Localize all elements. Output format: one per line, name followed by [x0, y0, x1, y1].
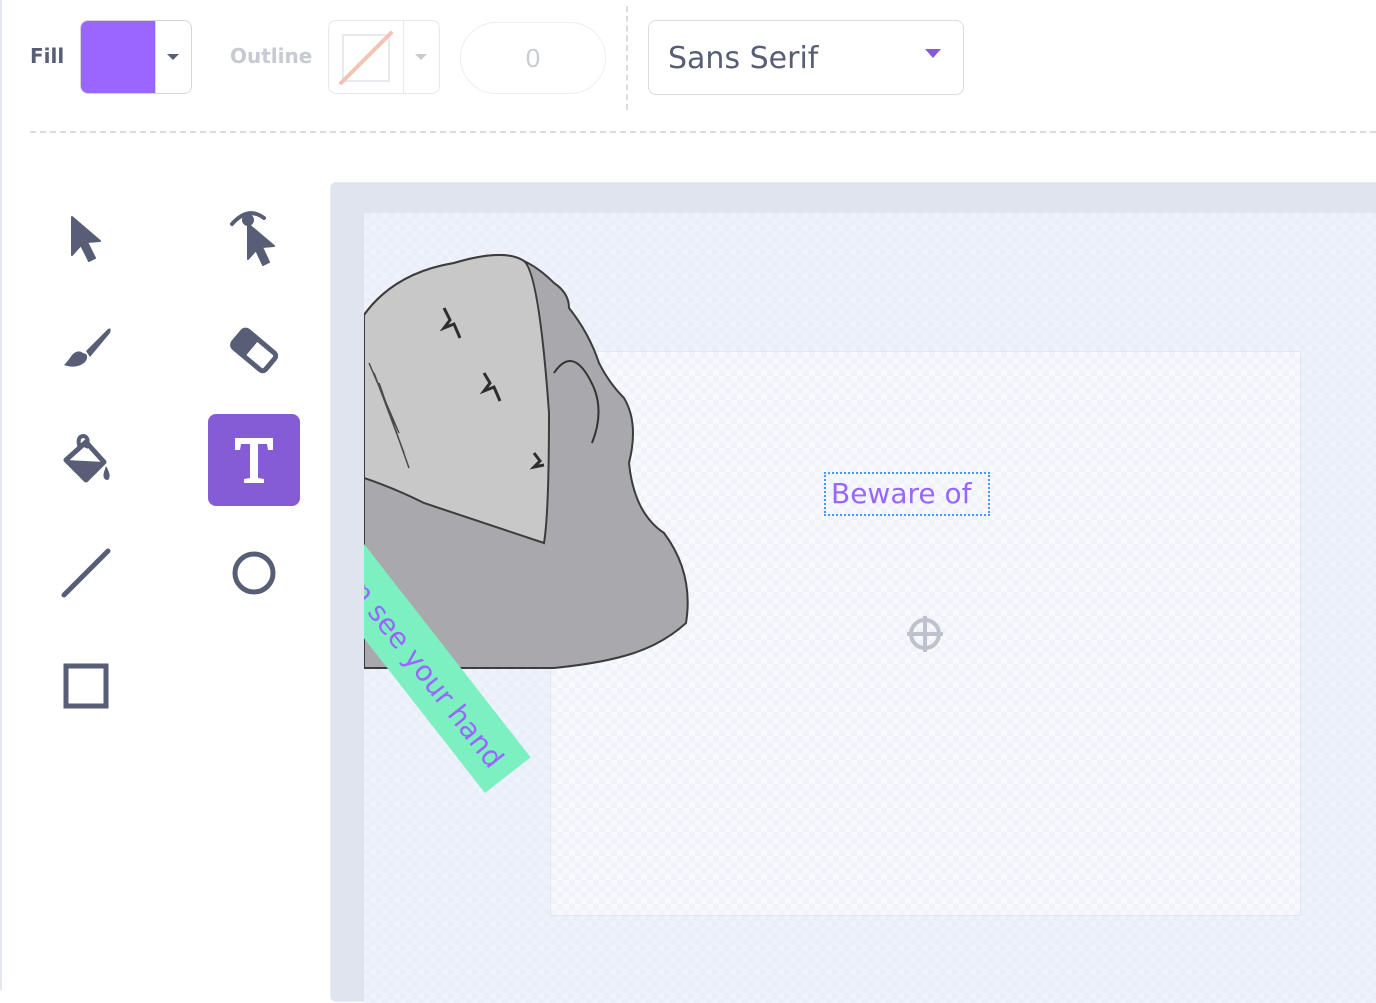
- eraser-tool[interactable]: [208, 303, 300, 395]
- text-tool[interactable]: [208, 414, 300, 506]
- text-t-icon: [235, 438, 273, 483]
- line-tool[interactable]: [40, 527, 132, 619]
- eraser-icon: [230, 327, 279, 374]
- brush-icon: [64, 328, 111, 367]
- brush-tool[interactable]: [40, 303, 132, 395]
- fill-color-button[interactable]: [80, 20, 192, 94]
- paint-bucket-icon: [63, 433, 110, 483]
- caret-down-icon: [167, 54, 179, 60]
- caret-down-icon: [925, 49, 941, 58]
- circle-tool[interactable]: [208, 527, 300, 619]
- toolbar-bottom-divider: [30, 131, 1376, 133]
- fill-dropdown-caret[interactable]: [155, 21, 191, 93]
- toolbar-divider: [626, 6, 628, 110]
- fill-label: Fill: [30, 44, 65, 68]
- font-name: Sans Serif: [668, 41, 819, 76]
- outline-color-button[interactable]: [328, 20, 440, 94]
- select-tool[interactable]: [40, 192, 132, 284]
- crosshair-icon: [907, 616, 943, 652]
- no-color-icon: [339, 31, 393, 85]
- outline-width-input[interactable]: 0: [460, 22, 606, 94]
- rectangle-icon: [63, 663, 109, 709]
- drawn-costume-sketch[interactable]: n see your hand: [364, 213, 764, 813]
- rectangle-tool[interactable]: [40, 640, 132, 732]
- fill-swatch[interactable]: [81, 21, 156, 93]
- left-border: [0, 0, 2, 990]
- line-icon: [61, 548, 111, 598]
- outline-label: Outline: [230, 44, 313, 68]
- fill-tool[interactable]: [40, 414, 132, 506]
- arrow-pointer-icon: [71, 216, 101, 262]
- outline-dropdown-caret[interactable]: [403, 21, 439, 93]
- outline-swatch[interactable]: [329, 21, 404, 93]
- reshape-pointer-icon: [230, 211, 275, 266]
- active-text-box[interactable]: Beware of: [824, 472, 990, 516]
- font-dropdown[interactable]: Sans Serif: [648, 20, 964, 95]
- circle-icon: [232, 551, 276, 595]
- reshape-tool[interactable]: [208, 192, 300, 284]
- caret-down-icon: [415, 54, 427, 60]
